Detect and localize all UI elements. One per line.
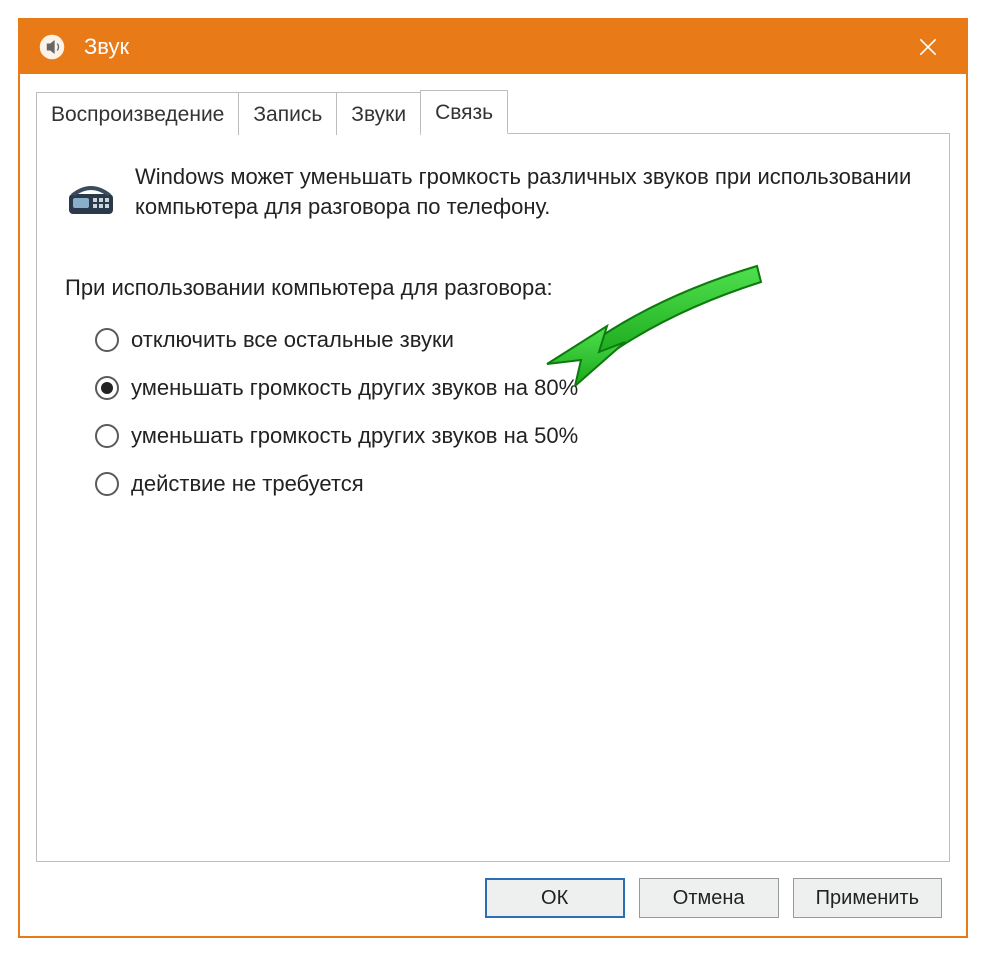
- tab-recording[interactable]: Запись: [238, 92, 337, 135]
- button-label: Применить: [816, 887, 919, 910]
- cancel-button[interactable]: Отмена: [639, 878, 779, 918]
- window-title: Звук: [84, 34, 898, 60]
- radio-reduce-80[interactable]: уменьшать громкость других звуков на 80%: [95, 375, 921, 401]
- radio-icon: [95, 472, 119, 496]
- description-text: Windows может уменьшать громкость различ…: [135, 162, 921, 221]
- apply-button[interactable]: Применить: [793, 878, 942, 918]
- radio-mute-all[interactable]: отключить все остальные звуки: [95, 327, 921, 353]
- radio-icon: [95, 424, 119, 448]
- tab-label: Воспроизведение: [51, 103, 224, 126]
- section-label: При использовании компьютера для разгово…: [65, 275, 921, 301]
- dialog-buttons: ОК Отмена Применить: [36, 862, 950, 920]
- radio-icon: [95, 376, 119, 400]
- tab-playback[interactable]: Воспроизведение: [36, 92, 239, 135]
- radio-label: действие не требуется: [131, 471, 364, 497]
- tabs: Воспроизведение Запись Звуки Связь: [36, 90, 950, 134]
- radio-label: уменьшать громкость других звуков на 50%: [131, 423, 578, 449]
- radio-label: отключить все остальные звуки: [131, 327, 454, 353]
- tab-communications[interactable]: Связь: [420, 90, 508, 134]
- radio-label: уменьшать громкость других звуков на 80%: [131, 375, 578, 401]
- radio-group: отключить все остальные звуки уменьшать …: [65, 327, 921, 497]
- tab-label: Связь: [435, 101, 493, 124]
- sound-dialog: Звук Воспроизведение Запись Звуки Связь: [18, 18, 968, 938]
- close-button[interactable]: [898, 20, 958, 74]
- sound-app-icon: [38, 33, 66, 61]
- tab-label: Звуки: [351, 103, 406, 126]
- telephone-icon: [65, 168, 117, 220]
- ok-button[interactable]: ОК: [485, 878, 625, 918]
- radio-do-nothing[interactable]: действие не требуется: [95, 471, 921, 497]
- button-label: ОК: [541, 887, 568, 910]
- client-area: Воспроизведение Запись Звуки Связь: [20, 74, 966, 936]
- button-label: Отмена: [673, 887, 745, 910]
- tab-sounds[interactable]: Звуки: [336, 92, 421, 135]
- tab-panel-communications: Windows может уменьшать громкость различ…: [36, 133, 950, 862]
- tab-label: Запись: [253, 103, 322, 126]
- titlebar[interactable]: Звук: [20, 20, 966, 74]
- radio-icon: [95, 328, 119, 352]
- radio-reduce-50[interactable]: уменьшать громкость других звуков на 50%: [95, 423, 921, 449]
- description-row: Windows может уменьшать громкость различ…: [65, 162, 921, 221]
